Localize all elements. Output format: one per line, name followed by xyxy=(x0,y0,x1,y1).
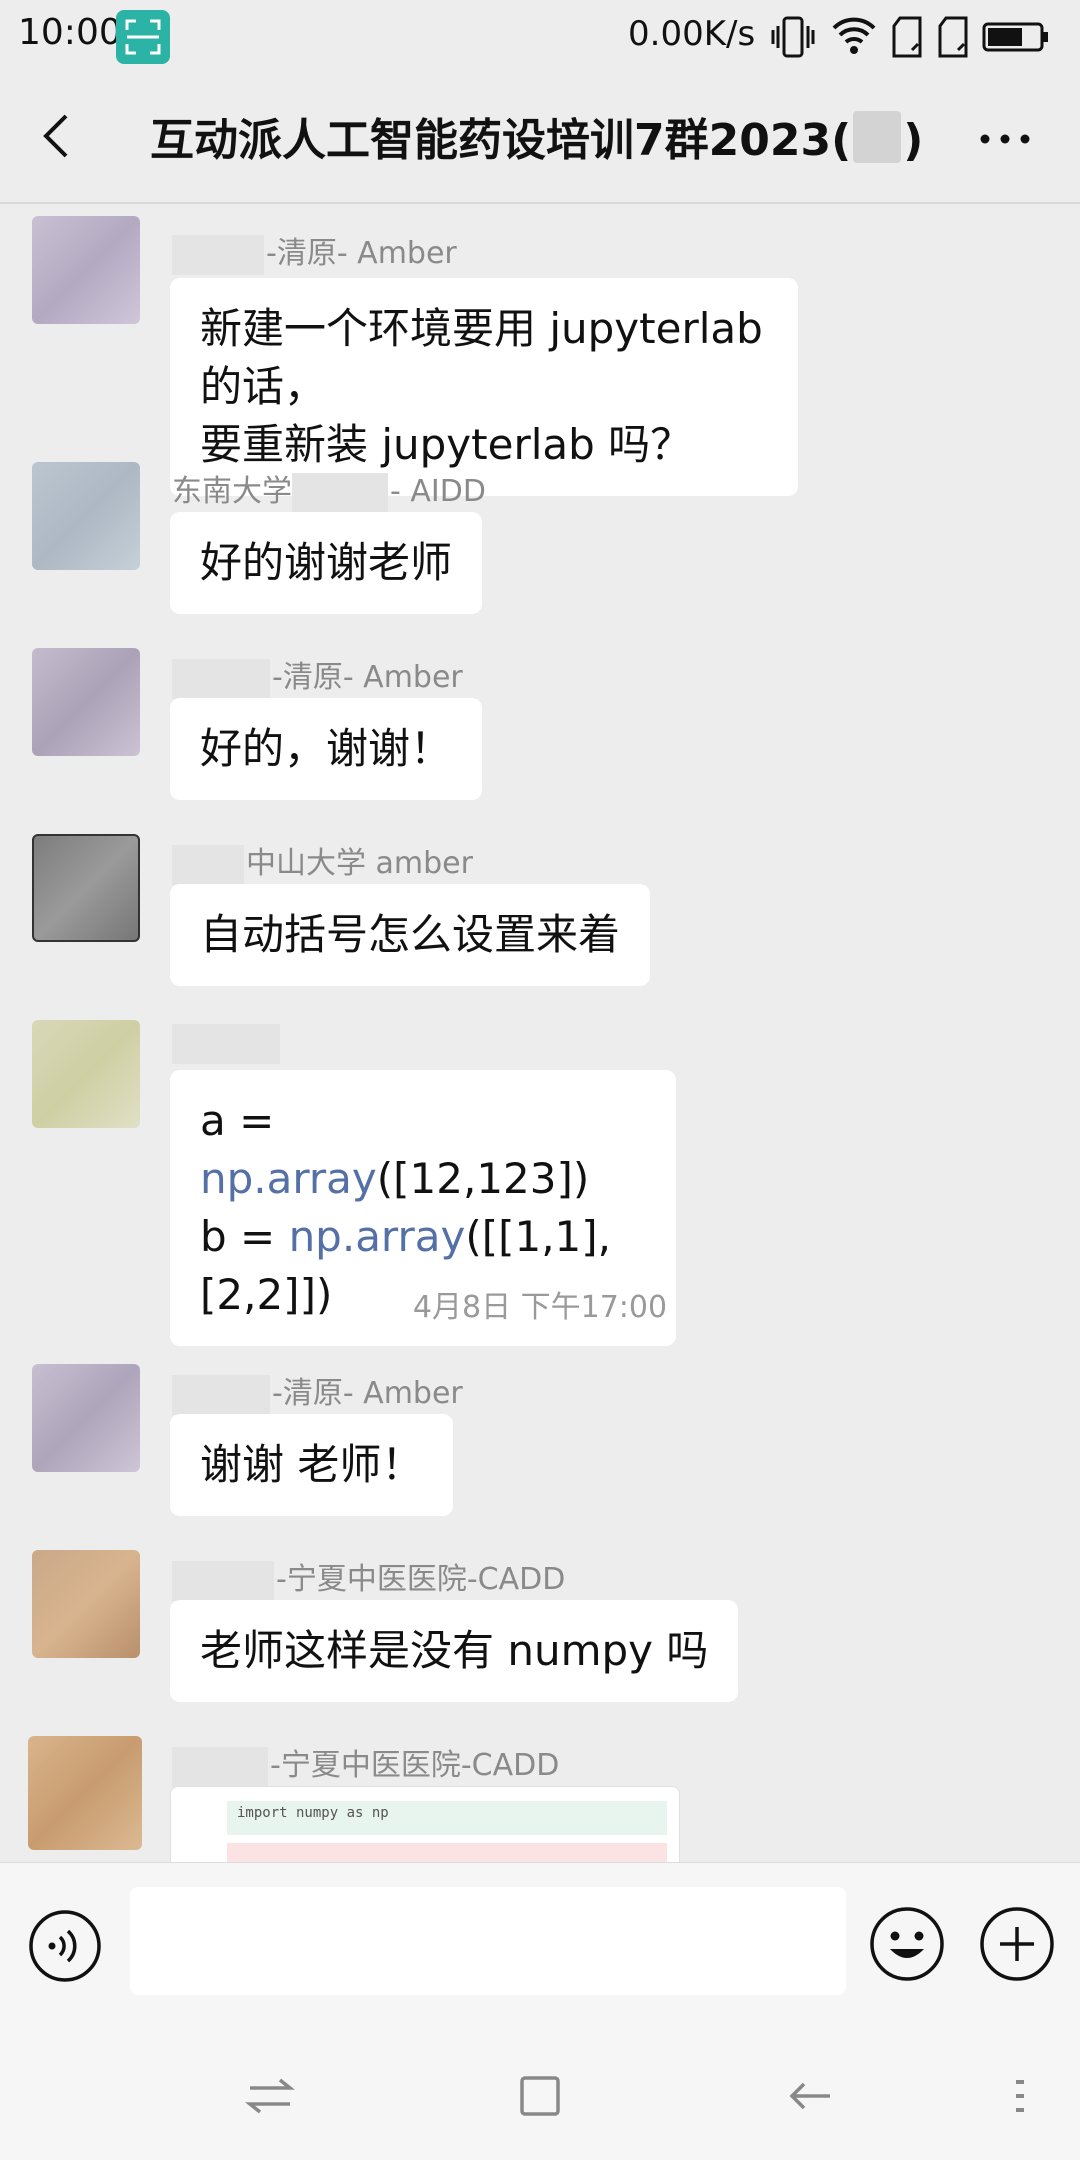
input-bar xyxy=(0,1862,1080,2001)
voice-icon[interactable] xyxy=(28,1909,102,1983)
redacted-block xyxy=(172,844,244,885)
code-line: a = np.array([12,123]) xyxy=(200,1096,590,1203)
sim-no-service-icon xyxy=(938,16,968,58)
switch-icon[interactable] xyxy=(240,2066,300,2126)
error-highlight xyxy=(227,1843,667,1862)
message-bubble[interactable]: 老师这样是没有 numpy 吗 xyxy=(170,1600,739,1702)
sim-no-service-icon xyxy=(892,16,922,58)
status-time: 10:00 xyxy=(18,12,122,53)
redacted-block xyxy=(172,1560,274,1601)
message-input[interactable] xyxy=(130,1887,846,1995)
avatar[interactable] xyxy=(28,1736,142,1850)
sender-name: -宁夏中医医院-CADD xyxy=(172,1740,559,1787)
message-text: 好的谢谢老师 xyxy=(200,538,453,587)
message-bubble[interactable]: 新建一个环境要用 jupyterlab 的话， 要重新装 jupyterlab … xyxy=(170,278,798,496)
back-arrow-icon[interactable] xyxy=(780,2066,840,2126)
redacted-block xyxy=(172,234,264,275)
message-text: 自动括号怎么设置来着 xyxy=(200,910,621,959)
home-square-icon[interactable] xyxy=(510,2066,570,2126)
plus-icon[interactable] xyxy=(978,1905,1056,1983)
message-list[interactable]: -清原- Amber 新建一个环境要用 jupyterlab 的话， 要重新装 … xyxy=(0,204,1080,1862)
redacted-block xyxy=(172,1746,268,1787)
sender-name: -清原- Amber xyxy=(172,652,463,699)
redacted-block xyxy=(172,1024,280,1064)
message-text: 好的，谢谢！ xyxy=(200,724,453,773)
message-text: 老师这样是没有 numpy 吗 xyxy=(200,1626,709,1675)
more-dots-icon[interactable] xyxy=(975,114,1035,164)
sender-name xyxy=(172,1024,282,1064)
redacted-block xyxy=(292,472,388,513)
message-bubble[interactable]: 好的，谢谢！ xyxy=(170,698,483,800)
menu-dots-icon[interactable] xyxy=(990,2066,1050,2126)
chat-title-suffix: ) xyxy=(903,115,924,166)
avatar[interactable] xyxy=(32,1550,140,1658)
chat-title-prefix: 互动派人工智能药设培训7群2023( xyxy=(150,115,852,166)
message-text: 谢谢 老师！ xyxy=(200,1440,424,1489)
status-bar: 10:00 0.00K/s xyxy=(0,0,1080,74)
sender-name: -清原- Amber xyxy=(172,228,457,275)
redacted-block xyxy=(172,658,270,699)
vibrate-icon xyxy=(771,16,815,58)
chat-header: 互动派人工智能药设培训7群2023() xyxy=(0,74,1080,204)
avatar[interactable] xyxy=(32,834,140,942)
avatar[interactable] xyxy=(32,462,140,570)
avatar[interactable] xyxy=(32,1364,140,1472)
chat-title: 互动派人工智能药设培训7群2023() xyxy=(150,104,923,168)
battery-icon xyxy=(982,22,1048,52)
sender-name: -宁夏中医医院-CADD xyxy=(172,1554,565,1601)
sender-name: -清原- Amber xyxy=(172,1368,463,1415)
image-message[interactable]: import numpy as np xyxy=(170,1786,680,1862)
network-speed: 0.00K/s xyxy=(628,14,756,54)
chevron-left-icon[interactable] xyxy=(30,106,90,166)
scan-icon xyxy=(116,10,170,64)
message-text: 新建一个环境要用 jupyterlab 的话， xyxy=(200,304,763,411)
redacted-block xyxy=(853,111,902,163)
sender-name: 中山大学 amber xyxy=(172,838,473,885)
image-caption: import numpy as np xyxy=(237,1805,389,1821)
system-navigation-bar xyxy=(0,2000,1080,2160)
message-bubble[interactable]: 谢谢 老师！ xyxy=(170,1414,454,1516)
avatar[interactable] xyxy=(32,216,140,324)
avatar[interactable] xyxy=(32,1020,140,1128)
wifi-icon xyxy=(832,17,876,54)
emoji-icon[interactable] xyxy=(868,1905,946,1983)
message-bubble[interactable]: 自动括号怎么设置来着 xyxy=(170,884,651,986)
message-bubble[interactable]: 好的谢谢老师 xyxy=(170,512,483,614)
timestamp: 4月8日 下午17:00 xyxy=(412,1290,668,1325)
sender-name: 东南大学 - AIDD xyxy=(172,466,486,513)
avatar[interactable] xyxy=(32,648,140,756)
redacted-block xyxy=(172,1374,270,1415)
